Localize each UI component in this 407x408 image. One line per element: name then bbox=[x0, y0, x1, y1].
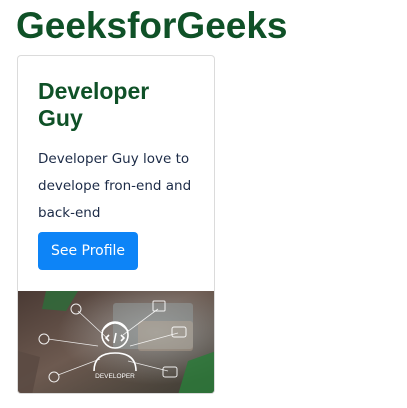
developer-image: DEVELOPER bbox=[18, 291, 214, 393]
site-title: GeeksforGeeks bbox=[16, 5, 288, 46]
card-title: Developer Guy bbox=[38, 78, 150, 131]
card-text: Developer Guy love to develope fron-end … bbox=[38, 151, 192, 221]
card-body: Developer Guy Developer Guy love to deve… bbox=[18, 56, 214, 291]
profile-card: Developer Guy Developer Guy love to deve… bbox=[17, 55, 215, 394]
developer-caption: DEVELOPER bbox=[95, 373, 135, 380]
see-profile-button[interactable]: See Profile bbox=[38, 232, 138, 270]
